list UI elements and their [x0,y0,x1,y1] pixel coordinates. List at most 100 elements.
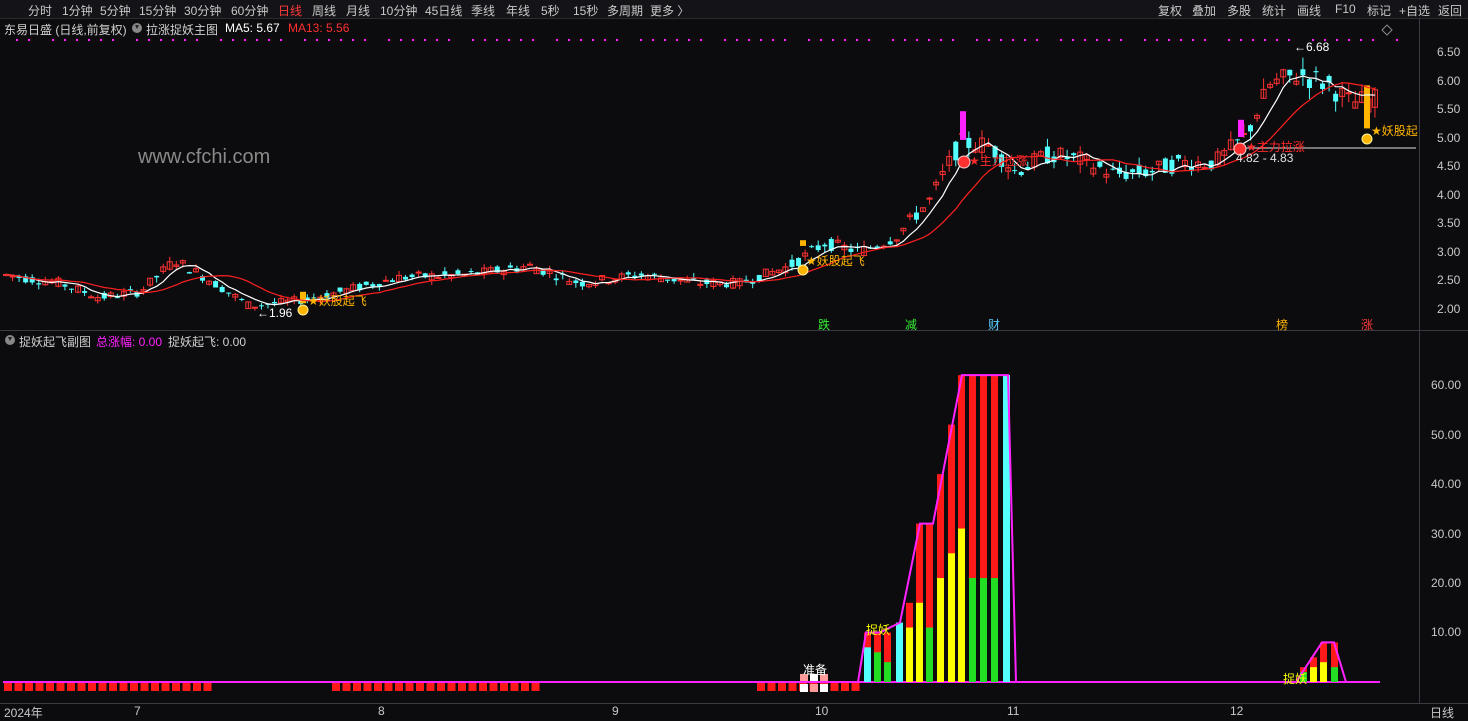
signal-dot [1084,39,1086,41]
signal-dot [652,39,654,41]
signal-dot [1060,39,1062,41]
diamond-icon [1381,24,1393,36]
prep-label: 准备 [803,663,828,677]
candle-body-down [724,284,729,288]
candle-body-down [1175,155,1181,159]
candle-body-down [953,141,959,161]
kline-chart[interactable] [0,0,1420,704]
signal-block [395,683,403,691]
signal-dot [484,39,486,41]
candle-body-down [1333,93,1339,102]
signal-block [67,683,75,691]
signal-dot [364,39,366,41]
signal-dot [748,39,750,41]
sub-tick: 60.00 [1431,378,1462,392]
signal-dot [940,39,942,41]
candle-body-up [382,279,389,282]
candle-body-down [1287,69,1293,76]
candle-body-down [1012,170,1018,172]
inner-bar [991,578,998,682]
candle-body-down [966,137,972,148]
signal-block [193,683,201,691]
signal-block [426,683,435,691]
signal-block [437,683,445,691]
total-rise-line [3,374,1380,683]
inner-bar [948,553,955,682]
candle-body-down [1234,139,1240,141]
candle-body-up [435,276,442,279]
price-tick: 2.50 [1437,273,1461,287]
signal-dot [172,39,174,41]
signal-dot [148,39,150,41]
signal-dot [340,39,342,41]
time-tick: 8 [378,704,385,718]
candle-body-down [651,273,657,275]
candle-body-down [1300,69,1306,76]
candle-body-down [1306,79,1312,89]
candle-body-down [796,258,802,266]
fly-label-1: ★妖股起飞 [308,294,367,308]
signal-dot [640,39,642,41]
candle-body-down [1071,153,1077,156]
signal-dot [556,39,558,41]
sub-tick: 30.00 [1431,527,1462,541]
period-label[interactable]: 日线 [1430,704,1454,721]
signal-block [521,683,529,691]
signal-dot [472,39,474,41]
signal-dot [916,39,918,41]
signal-dot [400,39,402,41]
high-price-label: ←6.68 [1294,40,1330,54]
candle-body-down [887,241,893,245]
candle-body-down [1097,161,1103,167]
signal-dot [316,39,318,41]
signal-dot [568,39,570,41]
inner-bar [1310,667,1317,682]
candle-body-down [809,246,815,248]
candle-body-down [272,301,278,304]
signal-block [98,683,107,691]
inner-bar [969,578,976,682]
signal-dot [892,39,894,41]
signal-block [203,683,212,691]
signal-dot [412,39,414,41]
candle-body-down [638,273,644,276]
signal-dot [88,39,90,41]
candle-body-down [1044,146,1050,164]
fly-label-2: ★妖股起飞 [806,254,865,268]
signal-dot [1204,39,1206,41]
signal-dot [448,39,450,41]
candle-body-down [114,297,120,299]
signal-block [384,683,393,691]
signal-dot [808,39,810,41]
candle-body-down [1320,83,1326,90]
candle-body-up [1201,166,1208,169]
signal-block [130,683,138,691]
price-tick: 4.00 [1437,188,1461,202]
signal-block [447,683,456,691]
inner-bar [864,647,871,682]
candle-body-down [625,272,631,275]
candle-body-down [913,212,919,220]
candle-body-up [9,275,16,278]
candle-body-down [1313,71,1319,73]
signal-dot [16,39,18,41]
signal-block [416,683,424,691]
signal-dot [1120,39,1122,41]
signal-dot [724,39,726,41]
signal-block [77,683,86,691]
prep-block [800,684,808,692]
ma5-line [5,75,1375,306]
signal-dot [760,39,762,41]
signal-dot [856,39,858,41]
signal-dot [868,39,870,41]
signal-block [25,683,33,691]
signal-block [778,683,786,691]
candle-body-down [455,270,461,274]
signal-dot [196,39,198,41]
signal-block [119,683,128,691]
back-button[interactable]: 返回 [1438,2,1462,19]
signal-block [342,683,351,691]
signal-dot [136,39,138,41]
candle-body-down [750,282,756,284]
signal-block [161,683,170,691]
